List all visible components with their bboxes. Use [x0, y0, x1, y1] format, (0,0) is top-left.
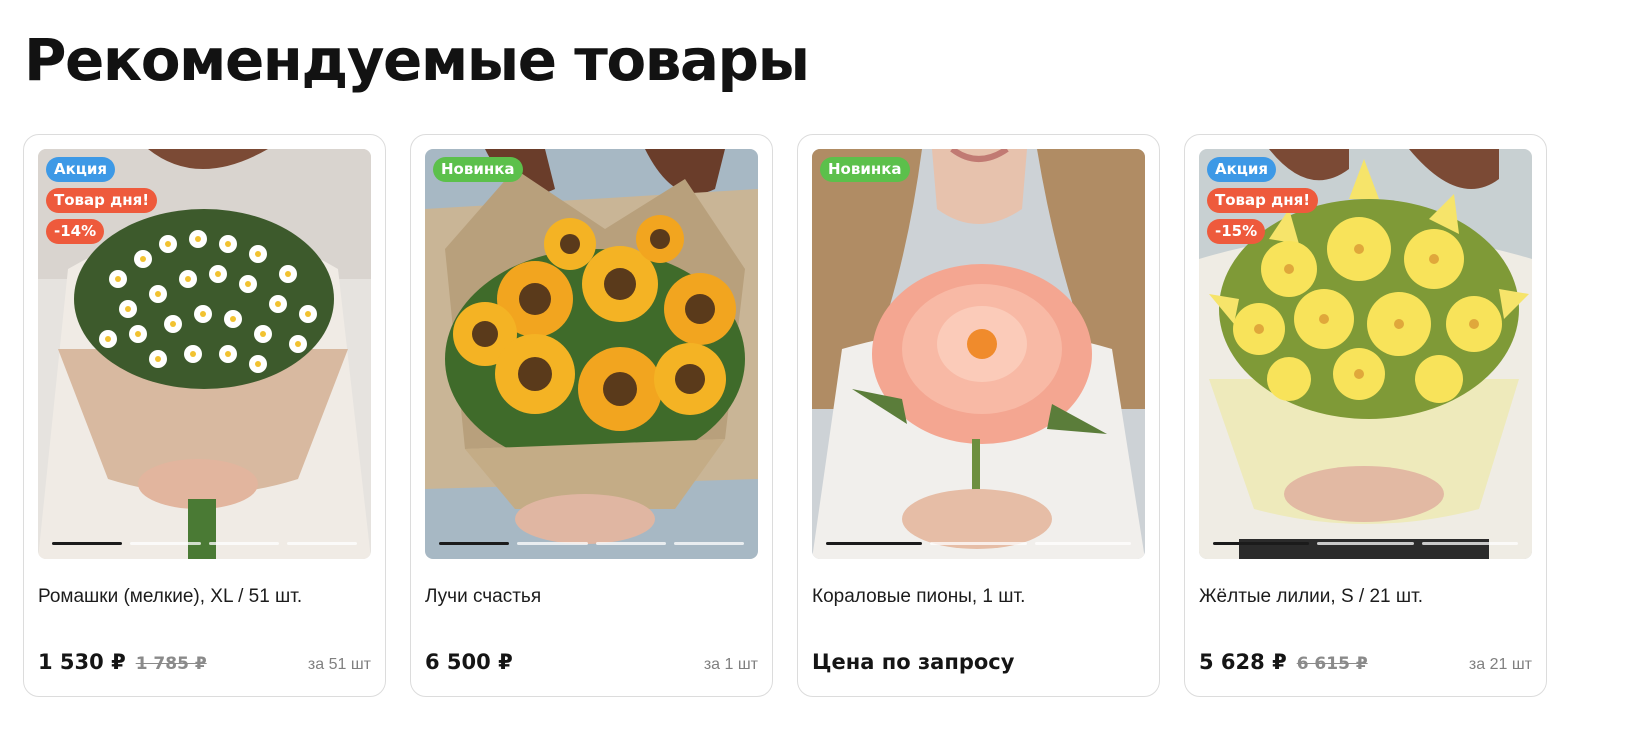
product-card[interactable]: Акция Товар дня! -14% Ромашки (мелкие), … [23, 134, 386, 697]
slide-dot[interactable] [826, 542, 923, 545]
page-title: Рекомендуемые товары [24, 26, 810, 94]
price-row: 1 530 ₽ 1 785 ₽ за 51 шт [38, 650, 371, 674]
new-badge: Новинка [433, 157, 523, 182]
slide-dot[interactable] [930, 542, 1027, 545]
slide-dot[interactable] [52, 542, 123, 545]
slide-dot[interactable] [439, 542, 510, 545]
slide-dot[interactable] [208, 542, 279, 545]
discount-badge: -14% [46, 219, 105, 244]
product-card[interactable]: Акция Товар дня! -15% Жёлтые лилии, S / … [1184, 134, 1547, 697]
badge-list: Новинка [433, 157, 523, 182]
slide-dot[interactable] [286, 542, 357, 545]
product-price: 6 500 ₽ [425, 650, 513, 674]
product-image-daisy-bouquet[interactable]: Акция Товар дня! -14% [38, 149, 371, 559]
image-slider-indicator[interactable] [1213, 542, 1518, 545]
slide-dot[interactable] [1034, 542, 1131, 545]
product-name[interactable]: Кораловые пионы, 1 шт. [812, 586, 1025, 608]
product-grid: Акция Товар дня! -14% Ромашки (мелкие), … [23, 134, 1547, 697]
image-slider-indicator[interactable] [439, 542, 744, 545]
product-card[interactable]: Новинка Кораловые пионы, 1 шт. Цена по з… [797, 134, 1160, 697]
new-badge: Новинка [820, 157, 910, 182]
slide-dot[interactable] [1421, 542, 1518, 545]
deal-of-day-badge: Товар дня! [46, 188, 158, 213]
promo-badge: Акция [1207, 157, 1277, 182]
product-price-on-request: Цена по запросу [812, 650, 1015, 674]
badge-list: Новинка [820, 157, 910, 182]
product-image-coral-peony[interactable]: Новинка [812, 149, 1145, 559]
slide-dot[interactable] [595, 542, 666, 545]
image-slider-indicator[interactable] [826, 542, 1131, 545]
old-price: 6 615 ₽ [1296, 654, 1368, 674]
slide-dot[interactable] [673, 542, 744, 545]
price-row: 6 500 ₽ за 1 шт [425, 650, 758, 674]
old-price: 1 785 ₽ [135, 654, 207, 674]
price-unit: за 1 шт [703, 656, 758, 673]
slide-dot[interactable] [130, 542, 201, 545]
price-row: 5 628 ₽ 6 615 ₽ за 21 шт [1199, 650, 1532, 674]
price-unit: за 21 шт [1468, 656, 1532, 673]
discount-badge: -15% [1207, 219, 1266, 244]
product-price: 5 628 ₽ [1199, 650, 1287, 674]
product-image-sunflower-bouquet[interactable]: Новинка [425, 149, 758, 559]
product-image-yellow-lily-bouquet[interactable]: Акция Товар дня! -15% [1199, 149, 1532, 559]
product-name[interactable]: Жёлтые лилии, S / 21 шт. [1199, 586, 1423, 608]
slide-dot[interactable] [1317, 542, 1414, 545]
slide-dot[interactable] [517, 542, 588, 545]
product-card[interactable]: Новинка Лучи счастья 6 500 ₽ за 1 шт [410, 134, 773, 697]
image-slider-indicator[interactable] [52, 542, 357, 545]
slide-dot[interactable] [1213, 542, 1310, 545]
price-row: Цена по запросу [812, 650, 1145, 674]
product-name[interactable]: Ромашки (мелкие), XL / 51 шт. [38, 586, 302, 608]
price-unit: за 51 шт [307, 656, 371, 673]
deal-of-day-badge: Товар дня! [1207, 188, 1319, 213]
badge-list: Акция Товар дня! -15% [1207, 157, 1319, 244]
badge-list: Акция Товар дня! -14% [46, 157, 158, 244]
promo-badge: Акция [46, 157, 116, 182]
product-name[interactable]: Лучи счастья [425, 586, 541, 608]
product-price: 1 530 ₽ [38, 650, 126, 674]
